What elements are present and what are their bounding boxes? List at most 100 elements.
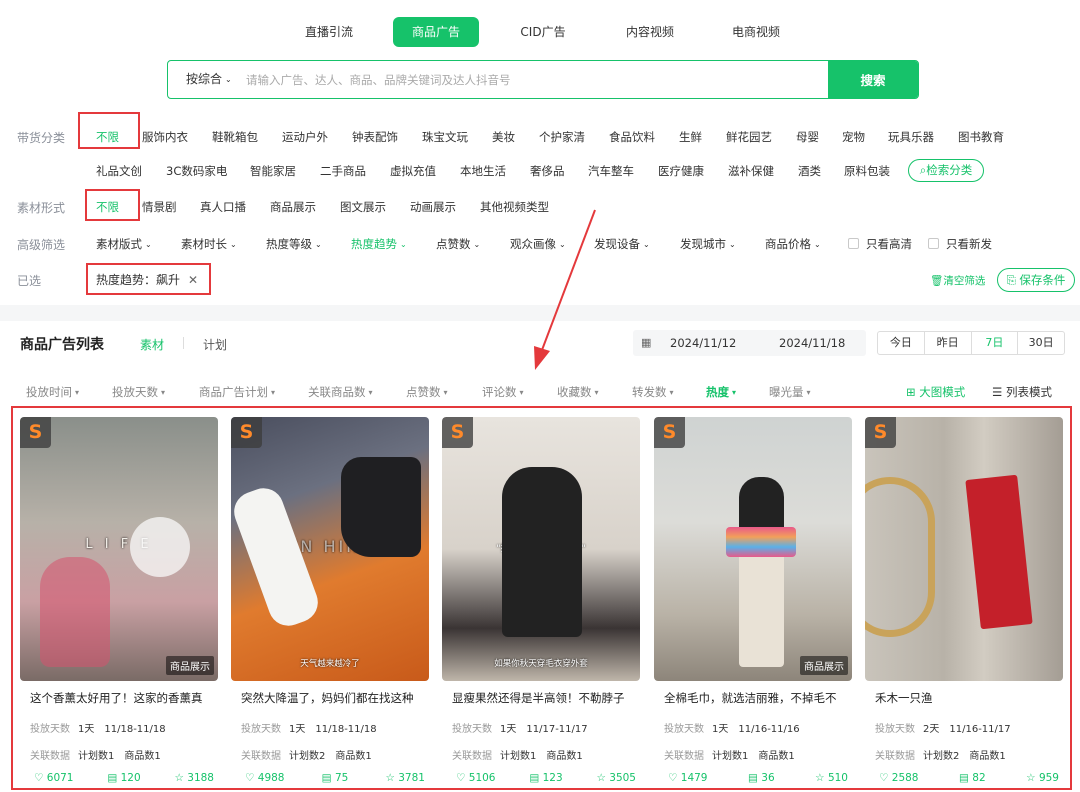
category-chip[interactable]: 食品饮料 (609, 129, 655, 145)
sort-option[interactable]: 投放时间 ▾ (26, 384, 79, 400)
card-meta-days: 投放天数 2天 11/16-11/17 (875, 720, 1021, 735)
date-end[interactable]: 2024/11/18 (779, 336, 845, 350)
advanced-filter-dropdown[interactable]: 商品价格 ⌄ (765, 236, 821, 252)
sort-option[interactable]: 商品广告计划 ▾ (199, 384, 275, 400)
tab-content-video[interactable]: 内容视频 (610, 17, 690, 47)
tab-cid-ads[interactable]: CID广告 (505, 17, 581, 47)
checkbox-hd-label: 只看高清 (866, 237, 912, 251)
advanced-filter-dropdown[interactable]: 素材版式 ⌄ (96, 236, 152, 252)
tab-product-ads[interactable]: 商品广告 (393, 17, 479, 47)
advanced-filter-dropdown[interactable]: 热度趋势 ⌄ (351, 236, 407, 252)
period-button[interactable]: 昨日 (925, 332, 972, 354)
tab-live-traffic[interactable]: 直播引流 (290, 17, 368, 47)
grid-view-button[interactable]: ⊞ 大图模式 (906, 384, 965, 400)
towel-decoration (726, 527, 796, 557)
category-chip[interactable]: 运动户外 (282, 129, 328, 145)
material-chip[interactable]: 真人口播 (200, 199, 246, 215)
card-title[interactable]: 禾木一只渔 (875, 690, 1060, 706)
category-chip[interactable]: 个护家清 (539, 129, 585, 145)
list-view-button[interactable]: ☰ 列表模式 (992, 384, 1052, 400)
category-chip[interactable]: 美妆 (492, 129, 515, 145)
category-chip[interactable]: 鞋靴箱包 (212, 129, 258, 145)
category-chip[interactable]: 3C数码家电 (166, 163, 227, 179)
category-chip[interactable]: 宠物 (842, 129, 865, 145)
sort-select[interactable]: 按综合 ⌄ (186, 61, 232, 98)
video-thumbnail[interactable]: UN HINE S 天气越来越冷了 (231, 417, 429, 681)
tab-material[interactable]: 素材 (140, 336, 164, 353)
sort-option[interactable]: 曝光量 ▾ (769, 384, 811, 400)
category-chip[interactable]: 生鲜 (679, 129, 702, 145)
card-title[interactable]: 显瘦果然还得是半高领！不勒脖子 (452, 690, 637, 706)
video-thumbnail[interactable]: S 商品展示 (654, 417, 852, 681)
category-chip[interactable]: 服饰内衣 (142, 129, 188, 145)
sort-option[interactable]: 转发数 ▾ (632, 384, 674, 400)
advanced-filter-dropdown[interactable]: 热度等级 ⌄ (266, 236, 322, 252)
chevron-down-icon: ⌄ (315, 240, 322, 249)
category-chip[interactable]: 酒类 (798, 163, 821, 179)
category-chip[interactable]: 珠宝文玩 (422, 129, 468, 145)
period-button[interactable]: 今日 (878, 332, 925, 354)
search-input[interactable] (246, 61, 816, 98)
material-chip[interactable]: 图文展示 (340, 199, 386, 215)
save-conditions-button[interactable]: ⎘ 保存条件 (997, 268, 1075, 292)
video-thumbnail[interactable]: S (865, 417, 1063, 681)
save-conditions-label: 保存条件 (1019, 273, 1066, 287)
date-range-picker[interactable]: ▦ 2024/11/12 2024/11/18 (633, 330, 866, 356)
video-card[interactable]: S 禾木一只渔 投放天数 2天 11/16-11/17 关联数据 计划数2 商品数1 ♡ 258… (865, 417, 1063, 787)
card-title[interactable]: 这个香薰太好用了！这家的香薰真 (30, 690, 215, 706)
video-thumbnail[interactable]: "搭配大衣牛仔裤绝了"S如果你秋天穿毛衣穿外套 (442, 417, 640, 681)
category-chip[interactable]: 玩具乐器 (888, 129, 934, 145)
tab-plan[interactable]: 计划 (203, 336, 227, 353)
advanced-filter-dropdown[interactable]: 素材时长 ⌄ (181, 236, 237, 252)
annotation-arrow (534, 209, 596, 370)
sort-option[interactable]: 点赞数 ▾ (406, 384, 448, 400)
category-chip[interactable]: 母婴 (796, 129, 819, 145)
video-card[interactable]: L I F E S 商品展示 这个香薰太好用了！这家的香薰真 投放天数 1天 11/18-1… (20, 417, 218, 787)
comment-icon: ▤ (107, 772, 121, 784)
products-value: 商品数1 (546, 751, 583, 762)
period-button[interactable]: 7日 (972, 332, 1019, 354)
category-chip[interactable]: 本地生活 (460, 163, 506, 179)
sort-option[interactable]: 收藏数 ▾ (557, 384, 599, 400)
checkbox-new[interactable]: 只看新发 (928, 236, 992, 252)
search-category-button[interactable]: ⌕检索分类 (908, 159, 984, 182)
category-chip[interactable]: 鲜花园艺 (726, 129, 772, 145)
sort-option[interactable]: 热度 ▾ (706, 384, 736, 400)
video-thumbnail[interactable]: L I F E S 商品展示 (20, 417, 218, 681)
card-title[interactable]: 突然大降温了，妈妈们都在找这种 (241, 690, 426, 706)
category-chip[interactable]: 二手商品 (320, 163, 366, 179)
search-button[interactable]: 搜索 (828, 61, 918, 98)
card-meta-related: 关联数据 计划数1 商品数1 (664, 747, 805, 762)
date-range-value: 11/18-11/18 (104, 724, 166, 735)
advanced-filter-dropdown[interactable]: 发现城市 ⌄ (680, 236, 736, 252)
video-card[interactable]: UN HINE S 天气越来越冷了 突然大降温了，妈妈们都在找这种 投放天数 1天 11/1… (231, 417, 429, 787)
list-icon: ☰ (992, 385, 1006, 399)
advanced-filter-dropdown[interactable]: 点赞数 ⌄ (436, 236, 480, 252)
category-chip[interactable]: 原料包装 (844, 163, 890, 179)
category-chip[interactable]: 图书教育 (958, 129, 1004, 145)
category-chip[interactable]: 医疗健康 (658, 163, 704, 179)
material-chip[interactable]: 商品展示 (270, 199, 316, 215)
checkbox-hd[interactable]: 只看高清 (848, 236, 912, 252)
sort-option[interactable]: 关联商品数 ▾ (308, 384, 373, 400)
category-chip[interactable]: 汽车整车 (588, 163, 634, 179)
category-chip[interactable]: 礼品文创 (96, 163, 142, 179)
category-chip[interactable]: 钟表配饰 (352, 129, 398, 145)
sort-option[interactable]: 评论数 ▾ (482, 384, 524, 400)
date-start[interactable]: 2024/11/12 (670, 336, 736, 350)
video-card[interactable]: S 商品展示 全棉毛巾，就选洁丽雅，不掉毛不 投放天数 1天 11/16-11/16 关联数… (654, 417, 852, 787)
material-chip[interactable]: 情景剧 (142, 199, 177, 215)
sort-option[interactable]: 投放天数 ▾ (112, 384, 165, 400)
s-badge-icon: S (231, 417, 262, 448)
period-button[interactable]: 30日 (1018, 332, 1064, 354)
close-icon[interactable]: ✕ (188, 273, 198, 287)
tab-ecommerce-video[interactable]: 电商视频 (716, 17, 796, 47)
clear-filters-button[interactable]: 🗑清空筛选 (930, 273, 985, 288)
video-card[interactable]: "搭配大衣牛仔裤绝了"S如果你秋天穿毛衣穿外套显瘦果然还得是半高领！不勒脖子投放… (442, 417, 640, 787)
card-title[interactable]: 全棉毛巾，就选洁丽雅，不掉毛不 (664, 690, 849, 706)
category-chip[interactable]: 智能家居 (250, 163, 296, 179)
material-chip[interactable]: 动画展示 (410, 199, 456, 215)
category-chip[interactable]: 滋补保健 (728, 163, 774, 179)
category-chip[interactable]: 奢侈品 (530, 163, 565, 179)
category-chip[interactable]: 虚拟充值 (390, 163, 436, 179)
